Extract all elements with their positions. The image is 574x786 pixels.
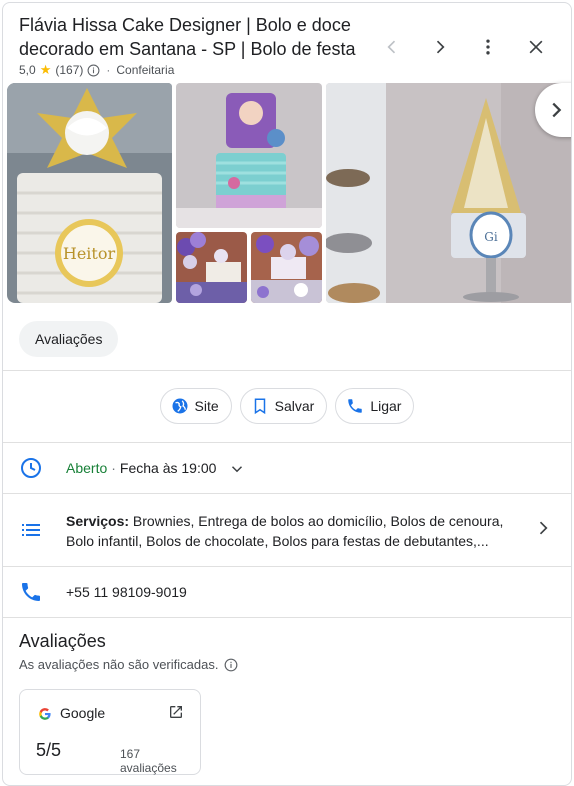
info-icon[interactable] [224,658,238,672]
hours-row[interactable]: Aberto · Fecha às 19:00 [3,443,571,493]
reviews-note-text: As avaliações não são verificadas. [19,657,219,672]
info-icon[interactable] [87,64,100,77]
call-label: Ligar [370,398,402,414]
bookmark-icon [254,398,265,415]
phone-icon [22,583,40,601]
list-icon [22,524,40,536]
cake-plaque-text: Gi [484,230,498,244]
more-options-button[interactable] [474,33,502,61]
google-logo-icon [39,708,51,720]
rating-value: 5,0 [19,63,36,77]
phone-number: +55 11 98109-9019 [66,584,187,600]
place-header: Flávia Hissa Cake Designer | Bolo e doce… [3,3,571,85]
globe-icon [172,398,188,414]
divider [3,617,571,618]
next-button[interactable] [426,33,454,61]
photo-gallery: Heitor Gi [7,83,571,303]
place-panel: Flávia Hissa Cake Designer | Bolo e doce… [2,2,572,786]
open-status: Aberto [66,460,108,476]
review-source-card[interactable]: Google 5/5 167 avaliações [19,689,201,775]
place-title: Flávia Hissa Cake Designer | Bolo e doce… [19,15,356,59]
photo-party-table-2[interactable] [251,232,322,303]
services-label: Serviços: [66,513,130,529]
call-button[interactable]: Ligar [335,388,415,424]
review-score: 5/5 [36,740,62,760]
tab-reviews[interactable]: Avaliações [19,321,119,357]
previous-button[interactable] [378,33,406,61]
hours-text: Aberto · Fecha às 19:00 [66,458,246,478]
services-text: Serviços: Brownies, Entrega de bolos ao … [66,511,516,551]
review-count[interactable]: (167) [55,63,83,77]
chevron-right-icon [436,40,445,54]
review-total: 167 avaliações [120,747,177,775]
services-list: Brownies, Entrega de bolos ao domicílio,… [66,513,504,549]
website-button[interactable]: Site [159,388,232,424]
website-label: Site [194,398,219,414]
review-source-name: Google [60,705,106,721]
action-buttons: Site Salvar Ligar [3,388,571,424]
phone-icon [348,399,363,413]
close-button[interactable] [522,33,550,61]
services-row[interactable]: Serviços: Brownies, Entrega de bolos ao … [3,494,571,566]
rating-line: 5,0 ★ (167) · Confeitaria [19,62,174,78]
phone-row[interactable]: +55 11 98109-9019 [3,567,571,617]
open-in-new-icon [170,706,182,718]
cake-topper-text: Heitor [63,244,116,263]
save-label: Salvar [274,398,315,414]
reviews-note: As avaliações não são verificadas. [19,657,238,672]
chevron-left-icon [387,40,396,54]
chevron-right-icon[interactable] [533,518,553,538]
separator-dot: · [106,63,111,77]
chevron-right-icon [552,102,562,118]
more-vert-icon [486,39,490,55]
chevron-down-icon[interactable] [228,460,246,478]
photo-cake-turquoise[interactable] [176,83,322,228]
place-category[interactable]: Confeitaria [116,63,174,77]
clock-icon [21,458,41,478]
close-icon [529,40,543,54]
reviews-heading: Avaliações [19,631,106,651]
divider [3,370,571,371]
save-button[interactable]: Salvar [239,388,328,424]
closing-time: Fecha às 19:00 [119,460,217,476]
hours-separator: · [111,460,116,476]
photo-cake-heitor[interactable]: Heitor [7,83,172,303]
photo-party-table-1[interactable] [176,232,247,303]
star-icon: ★ [39,62,52,77]
